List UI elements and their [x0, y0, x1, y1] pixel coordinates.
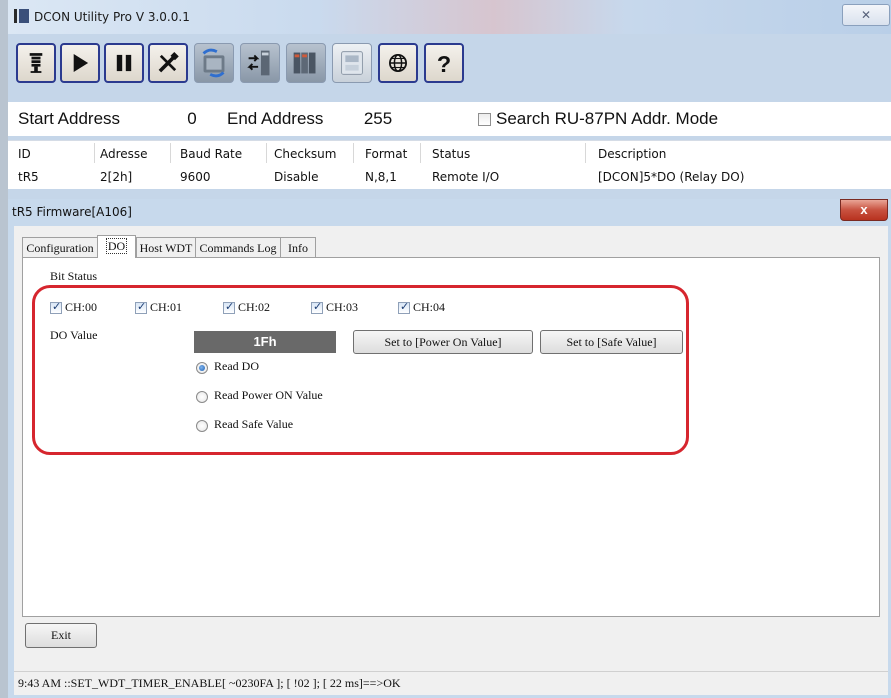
- start-address-input[interactable]: 0: [164, 106, 220, 132]
- cell-status: Remote I/O: [432, 170, 500, 184]
- play-icon: [73, 54, 89, 72]
- cell-checksum: Disable: [274, 170, 319, 184]
- cell-id: tR5: [18, 170, 39, 184]
- main-close-button[interactable]: ✕: [842, 4, 890, 26]
- column-header-address[interactable]: Adresse: [100, 147, 148, 161]
- pause-search-button[interactable]: [104, 43, 144, 83]
- module-arrow-icon: [202, 48, 225, 78]
- cell-description: [DCON]5*DO (Relay DO): [598, 170, 745, 184]
- cell-address: 2[2h]: [100, 170, 133, 184]
- column-header-checksum[interactable]: Checksum: [274, 147, 336, 161]
- search-bus-button[interactable]: [16, 43, 56, 83]
- tools-button[interactable]: [148, 43, 188, 83]
- address-row: Start Address 0 End Address 255 Search R…: [8, 102, 891, 136]
- column-header-description[interactable]: Description: [598, 147, 666, 161]
- tools-icon: [158, 51, 179, 73]
- column-header-status[interactable]: Status: [432, 147, 470, 161]
- column-header-baud-rate[interactable]: Baud Rate: [180, 147, 242, 161]
- tab-host-wdt[interactable]: Host WDT: [136, 237, 196, 257]
- bit-status-label: Bit Status: [50, 269, 98, 283]
- desktop-edge: [0, 0, 8, 698]
- highlight-annotation: [32, 285, 689, 455]
- dialog-title-bar: tR5 Firmware[A106] x: [8, 199, 891, 225]
- device-rack-button[interactable]: [286, 43, 326, 83]
- dialog-title: tR5 Firmware[A106]: [12, 205, 132, 219]
- io-module-button[interactable]: [240, 43, 280, 83]
- column-header-format[interactable]: Format: [365, 147, 407, 161]
- device-rack-icon: [293, 52, 316, 74]
- tab-do[interactable]: DO: [97, 235, 136, 258]
- app-icon: [14, 9, 30, 23]
- io-module-icon: [247, 50, 270, 76]
- status-bar-text: 9:43 AM ::SET_WDT_TIMER_ENABLE[ ~0230FA …: [18, 676, 401, 690]
- status-bar: 9:43 AM ::SET_WDT_TIMER_ENABLE[ ~0230FA …: [14, 671, 888, 695]
- main-window-title: DCON Utility Pro V 3.0.0.1: [34, 10, 190, 24]
- cell-format: N,8,1: [365, 170, 397, 184]
- network-button[interactable]: [378, 43, 418, 83]
- start-search-button[interactable]: [60, 43, 100, 83]
- end-address-label: End Address: [227, 109, 324, 128]
- cell-baud-rate: 9600: [180, 170, 211, 184]
- column-header-id[interactable]: ID: [18, 147, 31, 161]
- tab-configuration[interactable]: Configuration: [22, 237, 98, 257]
- panel-button[interactable]: [332, 43, 372, 83]
- bus-search-icon: [29, 53, 43, 73]
- exit-button[interactable]: Exit: [25, 623, 97, 648]
- device-table: ID Adresse Baud Rate Checksum Format Sta…: [8, 140, 891, 189]
- help-button[interactable]: ?: [424, 43, 464, 83]
- svg-text:?: ?: [437, 51, 451, 77]
- main-window: DCON Utility Pro V 3.0.0.1 ✕ ? Start Add…: [8, 0, 891, 200]
- tab-do-label: DO: [105, 238, 128, 254]
- end-address-input[interactable]: 255: [350, 106, 406, 132]
- tab-info[interactable]: Info: [280, 237, 316, 257]
- module-config-button[interactable]: [194, 43, 234, 83]
- search-mode-label: Search RU-87PN Addr. Mode: [496, 109, 719, 128]
- globe-icon: [389, 54, 407, 72]
- pause-icon: [116, 54, 132, 72]
- panel-icon: [341, 51, 363, 75]
- tab-commands-log[interactable]: Commands Log: [195, 237, 281, 257]
- main-toolbar: ?: [8, 34, 891, 102]
- main-title-bar: DCON Utility Pro V 3.0.0.1 ✕: [8, 0, 891, 34]
- search-mode-checkbox[interactable]: [478, 113, 491, 126]
- start-address-label: Start Address: [18, 109, 121, 128]
- question-icon: ?: [437, 51, 451, 77]
- dialog-close-button[interactable]: x: [840, 199, 888, 221]
